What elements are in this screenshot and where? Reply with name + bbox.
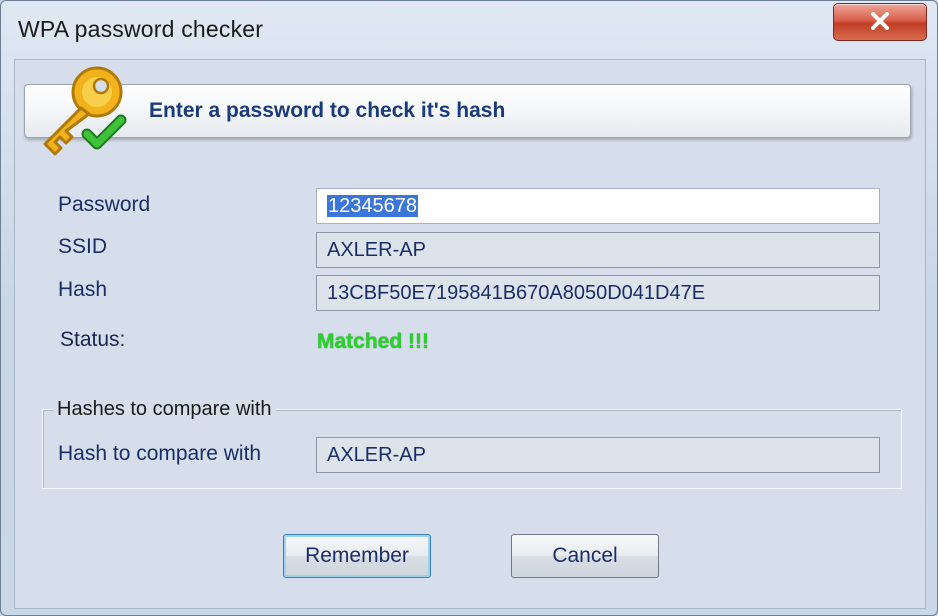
password-input[interactable]: 12345678 [316,188,880,224]
compare-hash-field[interactable]: AXLER-AP [316,437,880,473]
close-button[interactable] [833,3,927,41]
compare-group-title: Hashes to compare with [53,398,276,421]
hash-label: Hash [58,278,108,301]
dialog-window: WPA password checker Enter a password to… [0,0,938,616]
cancel-button[interactable]: Cancel [511,534,659,578]
close-icon [871,12,889,30]
password-value: 12345678 [327,195,418,217]
compare-hash-label: Hash to compare with [58,442,262,465]
status-value: Matched !!! [317,330,429,353]
header-panel: Enter a password to check it's hash [24,84,911,138]
ssid-label: SSID [58,235,108,258]
key-check-icon [43,66,127,156]
dialog-content: Enter a password to check it's hash Pass… [14,59,926,609]
title-bar[interactable]: WPA password checker [1,1,937,55]
ssid-field[interactable]: AXLER-AP [316,232,880,268]
hash-field[interactable]: 13CBF50E7195841B670A8050D041D47E [316,275,880,311]
window-title: WPA password checker [18,16,264,42]
status-label: Status: [60,328,126,351]
header-text: Enter a password to check it's hash [149,99,506,122]
password-label: Password [58,193,151,216]
remember-button[interactable]: Remember [283,534,431,578]
